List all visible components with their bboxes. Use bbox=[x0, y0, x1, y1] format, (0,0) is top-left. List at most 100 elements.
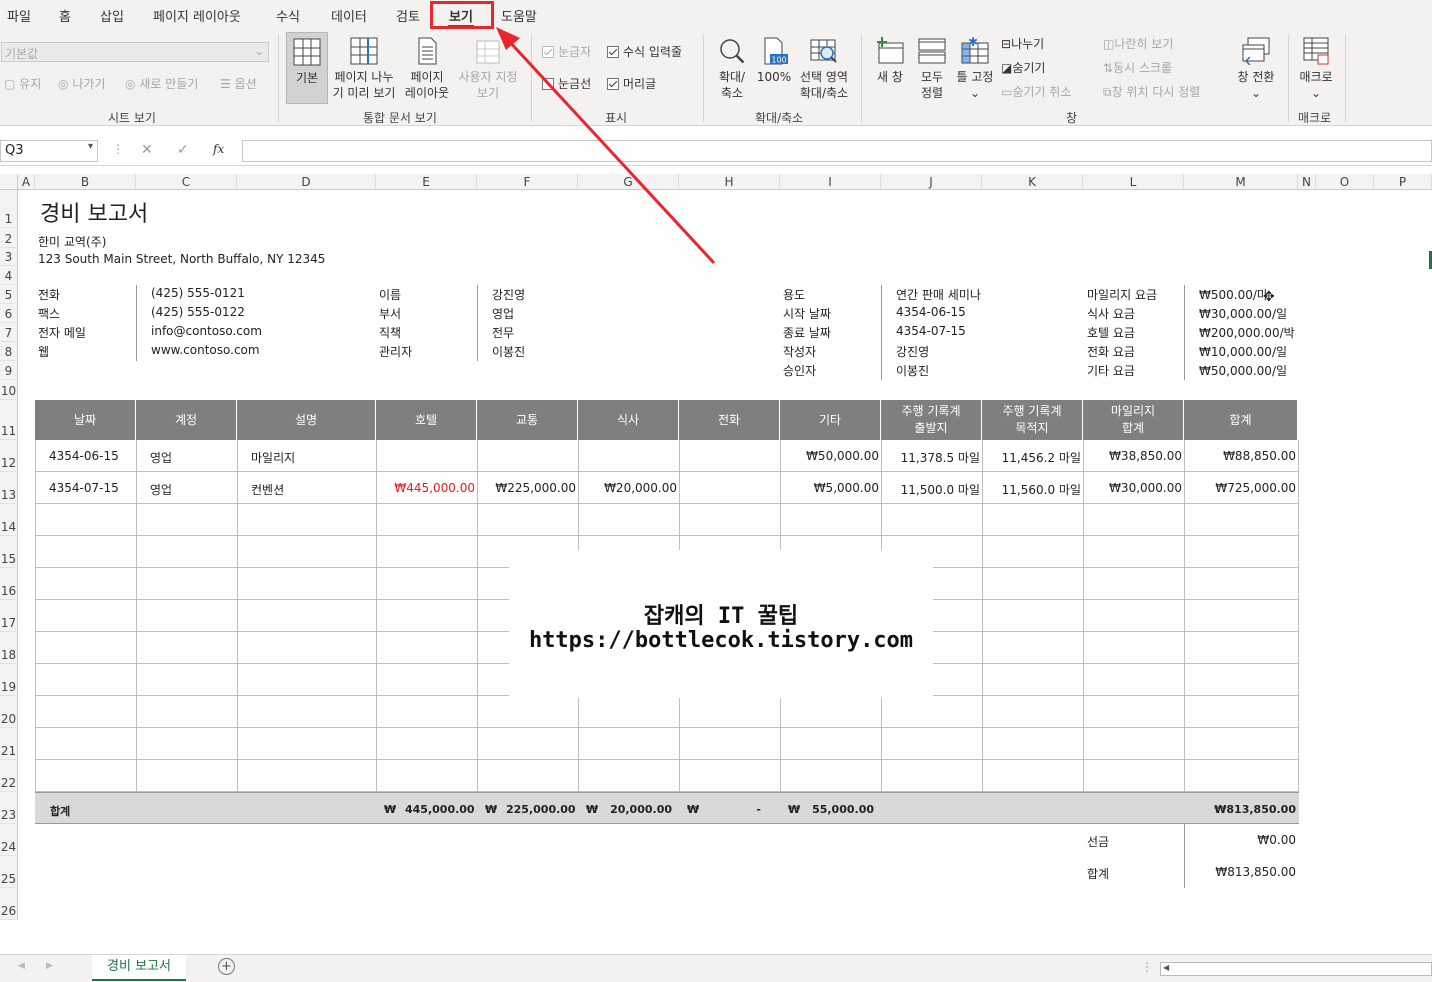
column-header[interactable]: N bbox=[1298, 174, 1316, 190]
zoom-button[interactable]: 확대/축소 bbox=[712, 37, 752, 101]
menu-home[interactable]: 홈 bbox=[59, 6, 71, 25]
switch-windows-button[interactable]: 창 전환 ⌄ bbox=[1233, 37, 1279, 101]
split-button[interactable]: ⊟나누기 bbox=[1001, 36, 1044, 52]
macros-button[interactable]: 매크로 ⌄ bbox=[1295, 37, 1337, 101]
column-header[interactable]: K bbox=[982, 174, 1083, 190]
formula-bar-checkbox[interactable]: 수식 입력줄 bbox=[607, 44, 682, 60]
table-cell[interactable]: ₩225,000.00 bbox=[477, 481, 576, 495]
table-gridline bbox=[35, 440, 36, 824]
keep-button: ▢ 유지 bbox=[4, 77, 42, 91]
new-window-button[interactable]: 새 창 bbox=[871, 37, 909, 85]
page-layout-view-button[interactable]: 페이지 레이아웃 bbox=[402, 37, 452, 101]
row-header[interactable]: 8 bbox=[0, 342, 18, 361]
row-header[interactable]: 3 bbox=[0, 248, 18, 266]
row-header[interactable]: 23 bbox=[0, 792, 18, 824]
scroll-left-icon[interactable]: ◀ bbox=[1163, 963, 1169, 972]
row-header[interactable]: 9 bbox=[0, 361, 18, 380]
column-header[interactable]: D bbox=[237, 174, 376, 190]
column-header[interactable]: H bbox=[679, 174, 780, 190]
column-header[interactable]: A bbox=[18, 174, 35, 190]
table-cell[interactable]: ₩725,000.00 bbox=[1184, 481, 1296, 495]
menu-formulas[interactable]: 수식 bbox=[276, 6, 300, 25]
normal-view-button[interactable]: 기본 bbox=[286, 32, 328, 104]
horizontal-scrollbar[interactable]: ◀ bbox=[1160, 962, 1432, 976]
table-cell[interactable]: 컨벤션 bbox=[251, 481, 284, 498]
headings-checkbox[interactable]: 머리글 bbox=[607, 76, 656, 92]
name-box[interactable]: Q3 ▾ bbox=[0, 140, 98, 162]
column-header[interactable]: P bbox=[1374, 174, 1432, 190]
row-header[interactable]: 1 bbox=[0, 190, 18, 228]
row-header[interactable]: 10 bbox=[0, 380, 18, 400]
row-header[interactable]: 12 bbox=[0, 440, 18, 472]
menu-data[interactable]: 데이터 bbox=[331, 6, 367, 25]
row-header[interactable]: 22 bbox=[0, 760, 18, 792]
row-header[interactable]: 5 bbox=[0, 285, 18, 304]
row-header[interactable]: 26 bbox=[0, 888, 18, 920]
gridlines-checkbox[interactable]: 눈금선 bbox=[542, 76, 591, 92]
column-header[interactable]: I bbox=[780, 174, 881, 190]
table-cell[interactable]: 영업 bbox=[150, 481, 172, 498]
row-header[interactable]: 25 bbox=[0, 856, 18, 888]
row-header[interactable]: 6 bbox=[0, 304, 18, 323]
column-header[interactable]: E bbox=[376, 174, 477, 190]
row-header[interactable]: 7 bbox=[0, 323, 18, 342]
freeze-panes-button[interactable]: ✱ 틀 고정 ⌄ bbox=[953, 35, 997, 101]
table-cell[interactable]: ₩5,000.00 bbox=[780, 481, 879, 495]
row-header[interactable]: 2 bbox=[0, 228, 18, 248]
select-all-corner[interactable] bbox=[0, 174, 18, 190]
table-cell[interactable]: 4354-07-15 bbox=[49, 481, 119, 495]
table-cell[interactable]: ₩88,850.00 bbox=[1184, 449, 1296, 463]
row-header[interactable]: 11 bbox=[0, 400, 18, 440]
sheet-tab[interactable]: 경비 보고서 bbox=[92, 955, 186, 981]
menu-file[interactable]: 파일 bbox=[7, 6, 31, 25]
row-header[interactable]: 21 bbox=[0, 728, 18, 760]
chevron-down-icon[interactable]: ▾ bbox=[88, 141, 93, 152]
row-header[interactable]: 24 bbox=[0, 824, 18, 856]
add-sheet-icon[interactable]: + bbox=[218, 958, 235, 975]
row-header[interactable]: 19 bbox=[0, 664, 18, 696]
column-header[interactable]: C bbox=[136, 174, 237, 190]
menu-page-layout[interactable]: 페이지 레이아웃 bbox=[153, 6, 241, 25]
row-header[interactable]: 20 bbox=[0, 696, 18, 728]
table-cell[interactable]: 11,500.0 마일 bbox=[881, 481, 980, 498]
row-header[interactable]: 15 bbox=[0, 536, 18, 568]
table-cell[interactable]: 11,456.2 마일 bbox=[982, 449, 1081, 466]
enter-icon[interactable]: ✓ bbox=[177, 142, 189, 158]
row-header[interactable]: 16 bbox=[0, 568, 18, 600]
table-cell[interactable]: ₩50,000.00 bbox=[780, 449, 879, 463]
table-cell[interactable]: 4354-06-15 bbox=[49, 449, 119, 463]
row-header[interactable]: 14 bbox=[0, 504, 18, 536]
scroll-right-icon[interactable]: ▶ bbox=[46, 961, 53, 971]
table-cell[interactable]: 마일리지 bbox=[251, 449, 295, 466]
zoom-to-selection-button[interactable]: 선택 영역 확대/축소 bbox=[796, 37, 852, 101]
column-header[interactable]: L bbox=[1083, 174, 1184, 190]
page-break-preview-button[interactable]: 페이지 나누 기 미리 보기 bbox=[331, 37, 397, 101]
table-cell[interactable]: ₩445,000.00 bbox=[376, 481, 475, 495]
column-header[interactable]: O bbox=[1316, 174, 1374, 190]
menu-insert[interactable]: 삽입 bbox=[100, 6, 124, 25]
table-cell[interactable]: ₩38,850.00 bbox=[1083, 449, 1182, 463]
menu-help[interactable]: 도움말 bbox=[501, 6, 537, 25]
table-cell[interactable]: ₩30,000.00 bbox=[1083, 481, 1182, 495]
hide-button[interactable]: ◪숨기기 bbox=[1001, 60, 1045, 76]
table-cell[interactable]: 11,378.5 마일 bbox=[881, 449, 980, 466]
column-header[interactable]: B bbox=[35, 174, 136, 190]
row-header[interactable]: 17 bbox=[0, 600, 18, 632]
column-header[interactable]: G bbox=[578, 174, 679, 190]
column-header[interactable]: J bbox=[881, 174, 982, 190]
row-header[interactable]: 4 bbox=[0, 266, 18, 285]
insert-function-icon[interactable]: fx bbox=[213, 142, 224, 156]
scroll-left-icon[interactable]: ◀ bbox=[18, 961, 25, 971]
cancel-icon[interactable]: ✕ bbox=[141, 142, 153, 158]
arrange-all-button[interactable]: 모두 정렬 bbox=[913, 37, 951, 101]
table-cell[interactable]: 영업 bbox=[150, 449, 172, 466]
table-cell[interactable]: ₩20,000.00 bbox=[578, 481, 677, 495]
column-header[interactable]: M bbox=[1184, 174, 1298, 190]
zoom-100-button[interactable]: 100 100% bbox=[756, 37, 792, 85]
formula-input[interactable] bbox=[242, 140, 1432, 162]
row-header[interactable]: 18 bbox=[0, 632, 18, 664]
menu-review[interactable]: 검토 bbox=[396, 6, 420, 25]
row-header[interactable]: 13 bbox=[0, 472, 18, 504]
column-header[interactable]: F bbox=[477, 174, 578, 190]
table-cell[interactable]: 11,560.0 마일 bbox=[982, 481, 1081, 498]
